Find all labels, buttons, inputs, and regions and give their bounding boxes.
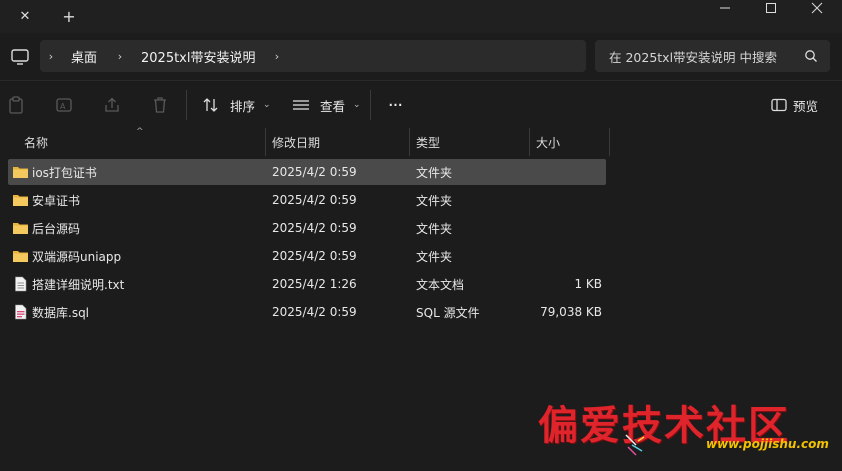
file-size xyxy=(530,159,602,185)
file-modified: 2025/4/2 0:59 xyxy=(272,249,357,263)
file-name: 数据库.sql xyxy=(32,305,90,320)
paste-icon[interactable] xyxy=(6,95,26,115)
svg-text:A: A xyxy=(60,102,66,111)
chevron-down-icon: ⌄ xyxy=(263,100,271,110)
file-modified: 2025/4/2 0:59 xyxy=(272,221,357,235)
search-icon[interactable] xyxy=(804,49,818,63)
file-size: 79,038 KB xyxy=(540,305,602,319)
column-divider[interactable] xyxy=(609,128,610,156)
address-bar[interactable]: › 桌面 › 2025txl带安装说明 › xyxy=(40,40,586,72)
search-input[interactable]: 在 2025txl带安装说明 中搜索 xyxy=(609,40,777,72)
column-header-size[interactable]: 大小 xyxy=(536,128,560,156)
file-type: 文件夹 xyxy=(416,193,453,208)
text-file-icon xyxy=(15,276,27,292)
close-icon xyxy=(811,2,823,14)
sort-button[interactable]: 排序 ⌄ xyxy=(202,91,271,119)
close-window-button[interactable] xyxy=(794,0,840,16)
preview-label: 预览 xyxy=(793,98,819,114)
watermark: 偏爱技术社区 www.pojjishu.com xyxy=(538,393,838,463)
chevron-down-icon: ⌄ xyxy=(353,100,361,110)
file-type: 文件夹 xyxy=(416,165,453,180)
file-name: 后台源码 xyxy=(32,221,81,236)
column-header-row: 名称 修改日期 类型 大小 xyxy=(0,128,842,156)
search-box[interactable]: 在 2025txl带安装说明 中搜索 xyxy=(595,40,830,72)
file-type: 文本文档 xyxy=(416,277,465,292)
delete-icon[interactable] xyxy=(150,95,170,115)
breadcrumb-separator[interactable]: › xyxy=(113,40,127,72)
file-modified: 2025/4/2 0:59 xyxy=(272,305,357,319)
minimize-button[interactable] xyxy=(702,0,748,16)
view-label: 查看 xyxy=(320,98,346,114)
file-size: 1 KB xyxy=(574,277,602,291)
file-row[interactable]: 后台源码 2025/4/2 0:59 文件夹 xyxy=(8,215,606,241)
toolbar-divider xyxy=(370,90,371,120)
file-modified: 2025/4/2 0:59 xyxy=(272,193,357,207)
file-row[interactable]: ios打包证书 2025/4/2 0:59 文件夹 xyxy=(8,159,606,185)
breadcrumb-separator[interactable]: › xyxy=(44,40,58,72)
file-type: 文件夹 xyxy=(416,221,453,236)
sort-icon xyxy=(203,98,218,112)
column-divider[interactable] xyxy=(265,128,266,156)
column-header-type[interactable]: 类型 xyxy=(416,128,440,156)
file-row[interactable]: 安卓证书 2025/4/2 0:59 文件夹 xyxy=(8,187,606,213)
preview-pane-icon xyxy=(771,98,787,112)
address-row: › 桌面 › 2025txl带安装说明 › 在 2025txl带安装说明 中搜索 xyxy=(0,33,842,80)
tab-close-button[interactable]: ✕ xyxy=(10,4,40,28)
sparkle-icon xyxy=(625,434,645,456)
file-row[interactable]: 双端源码uniapp 2025/4/2 0:59 文件夹 xyxy=(8,243,606,269)
sql-file-icon xyxy=(15,304,27,320)
share-icon[interactable] xyxy=(102,95,122,115)
view-icon xyxy=(293,100,309,110)
maximize-button[interactable] xyxy=(748,0,794,16)
file-type: SQL 源文件 xyxy=(416,305,480,320)
breadcrumb-separator[interactable]: › xyxy=(270,40,284,72)
column-divider[interactable] xyxy=(529,128,530,156)
file-name: 搭建详细说明.txt xyxy=(32,277,125,292)
file-modified: 2025/4/2 1:26 xyxy=(272,277,357,291)
file-row[interactable]: 搭建详细说明.txt 2025/4/2 1:26 文本文档 1 KB xyxy=(8,271,606,297)
file-size xyxy=(530,187,602,213)
folder-icon xyxy=(13,251,28,262)
file-name: 安卓证书 xyxy=(32,193,81,208)
title-bar: ✕ + xyxy=(0,0,842,33)
more-options-button[interactable]: ··· xyxy=(384,91,406,119)
breadcrumb-item-folder[interactable]: 2025txl带安装说明 xyxy=(141,40,256,72)
folder-icon xyxy=(13,195,28,206)
file-size xyxy=(530,215,602,241)
column-header-name[interactable]: 名称 xyxy=(24,128,48,156)
breadcrumb-item-desktop[interactable]: 桌面 xyxy=(71,40,97,72)
file-size xyxy=(530,243,602,269)
file-type: 文件夹 xyxy=(416,249,453,264)
monitor-icon[interactable] xyxy=(10,47,30,67)
file-row[interactable]: 数据库.sql 2025/4/2 0:59 SQL 源文件 79,038 KB xyxy=(8,299,606,325)
new-tab-button[interactable]: + xyxy=(56,4,82,28)
watermark-url: www.pojjishu.com xyxy=(706,437,829,451)
folder-icon xyxy=(13,223,28,234)
view-button[interactable]: 查看 ⌄ xyxy=(292,91,361,119)
maximize-icon xyxy=(766,3,776,13)
file-name: ios打包证书 xyxy=(32,165,97,180)
sort-label: 排序 xyxy=(230,98,256,114)
preview-pane-button[interactable]: 预览 xyxy=(771,91,818,119)
command-bar: A 排序 ⌄ 查看 ⌄ ··· 预览 xyxy=(0,80,842,128)
file-modified: 2025/4/2 0:59 xyxy=(272,165,357,179)
column-divider[interactable] xyxy=(409,128,410,156)
file-name: 双端源码uniapp xyxy=(32,249,122,264)
minimize-icon xyxy=(720,7,730,9)
rename-icon[interactable]: A xyxy=(54,95,74,115)
folder-icon xyxy=(13,167,28,178)
toolbar-divider xyxy=(186,90,187,120)
column-header-modified[interactable]: 修改日期 xyxy=(272,128,320,156)
